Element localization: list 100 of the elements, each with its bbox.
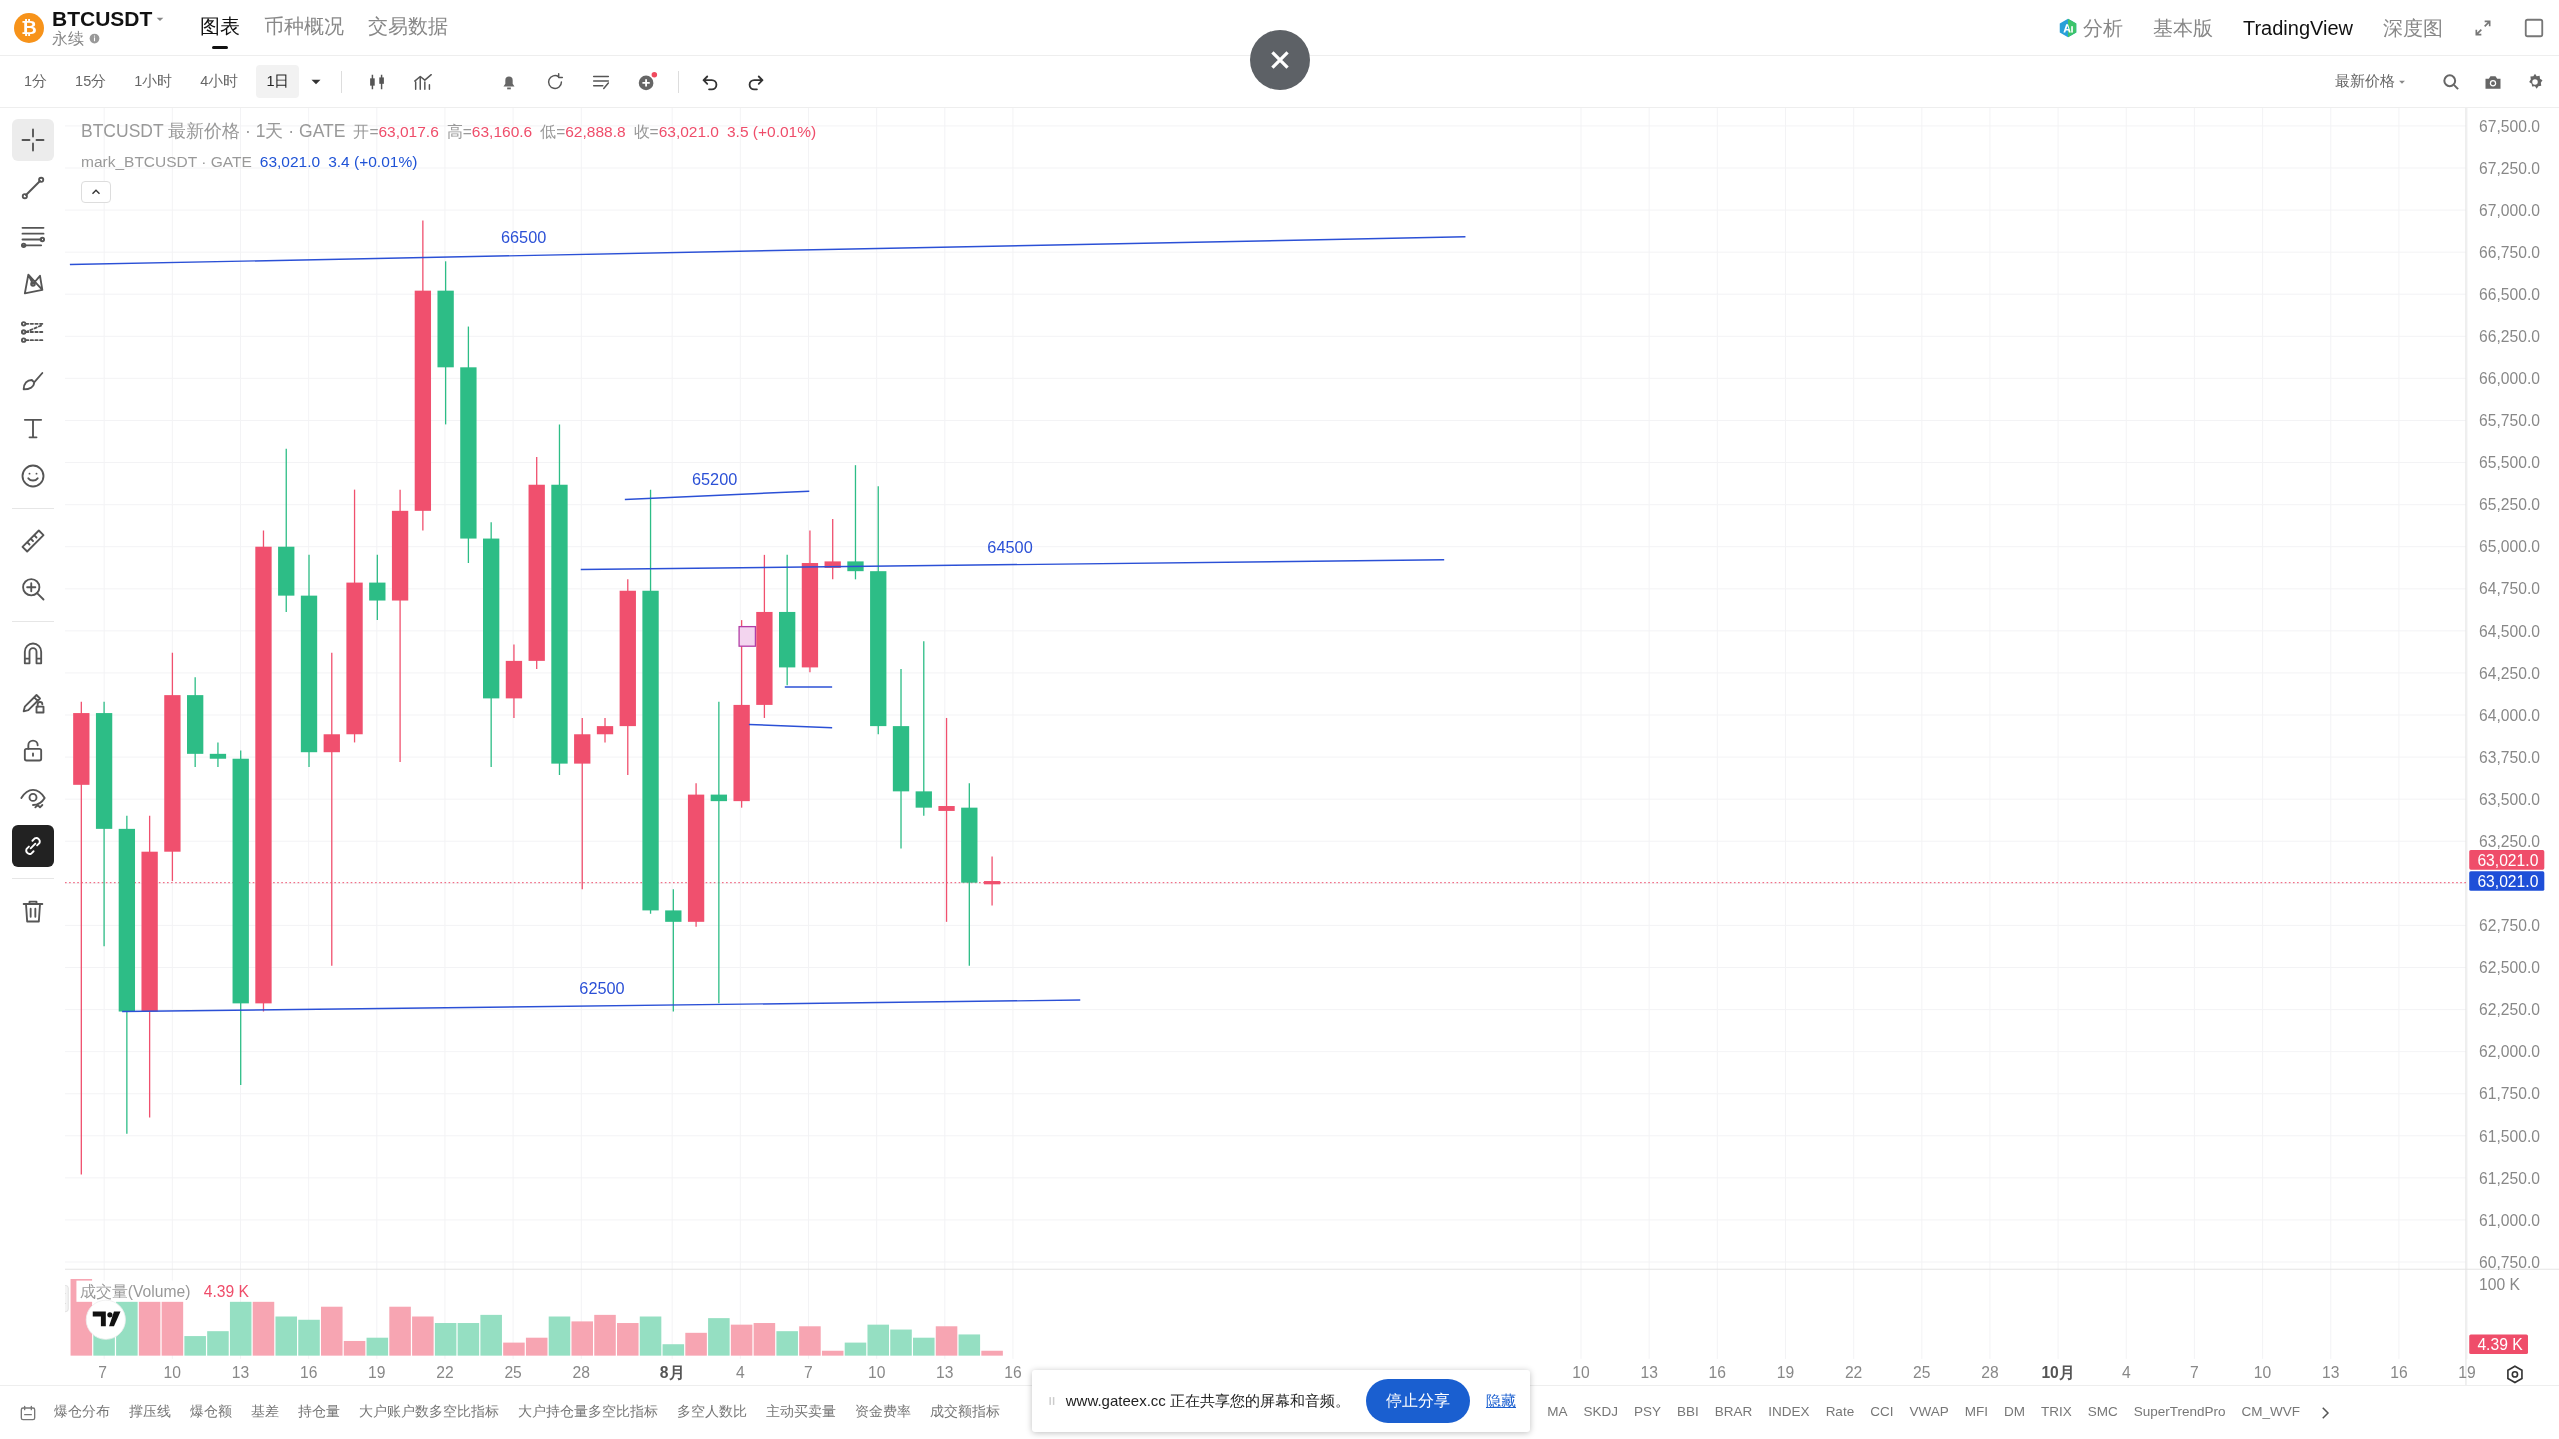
candlestick	[983, 855, 1001, 907]
indicator-tab[interactable]: 爆仓分布	[54, 1402, 110, 1423]
date-axis-label: 10	[163, 1364, 182, 1382]
price-axis-label: 66,250.0	[2479, 328, 2540, 346]
view-tab[interactable]: 图表	[200, 5, 241, 50]
indicator-tab[interactable]: MA	[1547, 1402, 1568, 1423]
interval-tab[interactable]: 4小时	[190, 64, 249, 99]
indicator-tab[interactable]: Rate	[1825, 1402, 1855, 1423]
volume-bar	[890, 1329, 912, 1356]
date-axis-label: 13	[2322, 1364, 2340, 1382]
date-axis-label: 13	[231, 1364, 250, 1382]
volume-bar	[753, 1323, 776, 1356]
indicator-tab[interactable]: SMC	[2087, 1402, 2118, 1423]
date-axis-label: 10	[867, 1364, 886, 1382]
indicator-tab[interactable]: 爆仓额	[190, 1402, 232, 1423]
indicator-tab[interactable]: 成交额指标	[930, 1402, 1000, 1423]
candlestick	[596, 717, 614, 744]
nav-tab[interactable]: 深度图	[2383, 12, 2443, 43]
hide-link[interactable]: 隐藏	[1486, 1389, 1516, 1413]
indicator-tab[interactable]: INDEX	[1768, 1402, 1810, 1423]
candlestick	[369, 554, 386, 621]
indicator-tab[interactable]: 大户持仓量多空比指标	[518, 1402, 658, 1423]
mark-title: mark_BTCUSDT · GATE	[81, 152, 252, 172]
price-axis-label: 61,000.0	[2479, 1211, 2540, 1229]
settings-icon[interactable]	[2507, 1365, 2523, 1384]
symbol-name[interactable]: BTCUSDT	[52, 7, 153, 30]
indicator-tab[interactable]: 撑压线	[129, 1402, 171, 1423]
price-axis-label: 65,500.0	[2479, 454, 2540, 472]
volume-bar	[571, 1321, 593, 1356]
date-axis-label: 16	[299, 1364, 318, 1382]
date-axis-label: 16	[1004, 1364, 1022, 1382]
price-axis-label: 65,000.0	[2479, 538, 2540, 556]
volume-bar	[730, 1324, 753, 1356]
volume-bar	[434, 1323, 457, 1356]
volume-bar	[776, 1331, 798, 1356]
nav-tab[interactable]: 分析	[2082, 12, 2123, 43]
date-axis-label: 10	[2253, 1364, 2272, 1382]
date-axis-label: 22	[1844, 1364, 1863, 1382]
price-axis-label: 64,750.0	[2479, 580, 2540, 598]
indicator-tab[interactable]: SKDJ	[1583, 1402, 1619, 1423]
interval-tab[interactable]: 1分	[14, 64, 58, 99]
volume-bar	[594, 1314, 616, 1356]
indicator-tab[interactable]: 基差	[251, 1402, 279, 1423]
indicator-tab[interactable]: 多空人数比	[677, 1402, 747, 1423]
price-axis-label: 67,500.0	[2479, 117, 2540, 135]
link-tool[interactable]	[11, 825, 54, 867]
view-tab[interactable]: 交易数据	[368, 5, 449, 50]
indicator-tab[interactable]: 持仓量	[298, 1402, 340, 1423]
date-axis-label: 19	[1776, 1364, 1795, 1382]
date-axis-label: 28	[1981, 1364, 1999, 1382]
indicator-tab[interactable]: MFI	[1964, 1402, 1988, 1423]
window-icon[interactable]	[2523, 16, 2545, 39]
indicator-tab[interactable]: DM	[2003, 1402, 2025, 1423]
search-icon[interactable]	[2441, 71, 2461, 92]
price-axis-label: 62,500.0	[2479, 959, 2540, 977]
close-button[interactable]	[1250, 30, 1310, 90]
price-axis-label: 61,250.0	[2479, 1169, 2540, 1187]
interval-tab[interactable]: 15分	[65, 64, 117, 99]
share-message: www.gateex.cc 正在共享您的屏幕和音频。	[1065, 1390, 1350, 1411]
stop-sharing-button[interactable]: 停止分享	[1366, 1379, 1470, 1423]
date-axis-label: 7	[2190, 1364, 2199, 1382]
date-axis-label: 19	[2458, 1364, 2476, 1382]
price-axis-label: 63,750.0	[2479, 748, 2540, 766]
collapse-button[interactable]	[81, 181, 111, 203]
crosshair-tool[interactable]	[11, 119, 54, 161]
trend-line-label: 65200	[691, 469, 738, 488]
indicator-tab[interactable]: CM_WVF	[2241, 1402, 2300, 1423]
price-axis-label: 63,500.0	[2479, 790, 2540, 808]
view-tab[interactable]: 币种概况	[264, 5, 345, 50]
price-change: 3.5 (+0.01%)	[727, 122, 817, 142]
collapse-handle[interactable]	[65, 1285, 69, 1312]
date-axis-label: 10	[1572, 1364, 1590, 1382]
ohlc-value: 低=62,888.8	[540, 122, 626, 142]
candlestick	[824, 518, 841, 580]
volume-bar	[617, 1323, 639, 1356]
date-axis-label: 25	[1913, 1364, 1931, 1382]
indicator-tab[interactable]: 主动买卖量	[766, 1402, 836, 1423]
indicator-tab[interactable]: TRIX	[2040, 1402, 2072, 1423]
interval-tab[interactable]: 1日	[256, 64, 300, 99]
interval-tab[interactable]: 1小时	[124, 64, 183, 99]
indicator-tab[interactable]: SuperTrendPro	[2133, 1402, 2226, 1423]
trend-line	[784, 686, 833, 688]
indicator-tab[interactable]: BBI	[1677, 1402, 1699, 1423]
indicator-tab[interactable]: VWAP	[1909, 1402, 1949, 1423]
indicator-tab[interactable]: CCI	[1870, 1402, 1894, 1423]
indicator-tab[interactable]: 资金费率	[855, 1402, 911, 1423]
price-axis-label: 60,750.0	[2479, 1253, 2540, 1271]
price-axis-label: 61,750.0	[2479, 1085, 2540, 1103]
price-source-dropdown[interactable]: 最新价格	[2325, 64, 2419, 99]
ohlc-value: 收=63,021.0	[633, 122, 719, 142]
price-axis-label: 64,250.0	[2479, 664, 2540, 682]
add-icon[interactable]	[636, 70, 659, 93]
logo-icon: ₿	[14, 12, 44, 43]
indicator-tab[interactable]: 大户账户数多空比指标	[359, 1402, 499, 1423]
trend-line-label: 62500	[579, 978, 625, 997]
indicator-tab[interactable]: BRAR	[1714, 1402, 1753, 1423]
nav-tab[interactable]: 基本版	[2152, 12, 2213, 43]
nav-tab[interactable]: TradingView	[2242, 12, 2353, 43]
indicator-tab[interactable]: PSY	[1634, 1402, 1662, 1423]
price-axis-label: 66,000.0	[2479, 370, 2540, 388]
